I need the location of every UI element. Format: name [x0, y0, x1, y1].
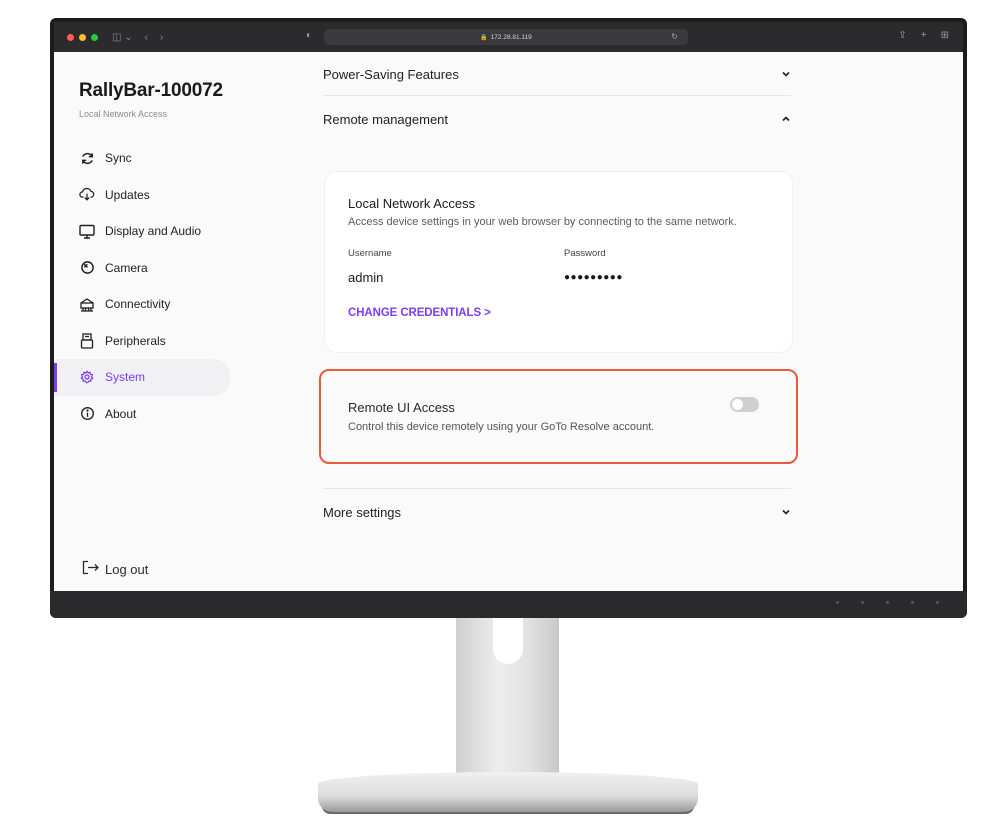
window-controls [67, 33, 98, 41]
password-value: ●●●●●●●●● [564, 272, 623, 283]
close-window-button[interactable] [67, 33, 74, 41]
remote-management-section-header[interactable]: Remote management [323, 97, 791, 141]
new-tab-icon[interactable]: + [921, 30, 927, 41]
logout-icon [82, 560, 100, 578]
local-access-description: Access device settings in your web brows… [348, 216, 737, 228]
tab-overview-icon[interactable]: ⊞ [941, 30, 949, 41]
browser-toolbar-right: ⇪ + ⊞ [898, 30, 949, 41]
network-icon [79, 296, 95, 312]
sync-icon [79, 150, 95, 166]
sidebar-item-label: About [105, 406, 137, 421]
toggle-knob [732, 399, 743, 410]
sidebar-nav: Sync Updates Display and Audio Camera Co… [54, 140, 230, 432]
reload-icon[interactable]: ↻ [671, 32, 678, 41]
sidebar-item-label: Connectivity [105, 297, 171, 312]
remote-management-title: Remote management [323, 111, 449, 127]
more-settings-section-header[interactable]: More settings [323, 490, 791, 534]
remote-ui-description: Control this device remotely using your … [348, 421, 655, 433]
more-settings-title: More settings [323, 504, 402, 520]
lock-icon: 🔒 [480, 34, 488, 41]
share-icon[interactable]: ⇪ [898, 30, 906, 41]
sidebar-item-camera[interactable]: Camera [54, 250, 230, 287]
sidebar-item-label: Updates [105, 187, 150, 202]
gear-icon [79, 369, 95, 385]
privacy-shield-icon[interactable]: ◐ [306, 30, 312, 41]
back-icon[interactable]: ‹ [145, 32, 148, 43]
monitor-icon [79, 223, 95, 239]
address-bar-url: 172.28.81.119 [490, 33, 532, 41]
chevron-down-icon [782, 509, 790, 515]
browser-nav-icons: ◫ ⌄ ‹ › [112, 32, 163, 43]
remote-ui-toggle[interactable] [730, 397, 759, 412]
browser-titlebar: ◫ ⌄ ‹ › ◐ 🔒 172.28.81.119 ↻ ⇪ + ⊞ [54, 22, 963, 52]
sidebar-item-peripherals[interactable]: Peripherals [54, 323, 230, 360]
remote-ui-access-panel: Remote UI Access Control this device rem… [319, 369, 798, 464]
stage: ◫ ⌄ ‹ › ◐ 🔒 172.28.81.119 ↻ ⇪ + ⊞ RallyB… [0, 0, 990, 830]
local-access-title: Local Network Access [348, 196, 476, 211]
monitor-chin [50, 591, 967, 618]
sidebar-item-label: Display and Audio [105, 224, 202, 239]
section-divider [323, 488, 791, 489]
sidebar-item-about[interactable]: About [54, 396, 230, 433]
power-saving-title: Power-Saving Features [323, 66, 459, 82]
change-credentials-link[interactable]: CHANGE CREDENTIALS > [348, 307, 491, 319]
username-label: Username [348, 248, 392, 259]
username-value: admin [348, 270, 384, 285]
sidebar-item-label: Sync [105, 151, 132, 166]
sidebar-item-label: System [105, 370, 146, 385]
app-content: RallyBar-100072 Local Network Access Syn… [54, 52, 963, 591]
peripheral-icon [79, 333, 95, 349]
browser-window: ◫ ⌄ ‹ › ◐ 🔒 172.28.81.119 ↻ ⇪ + ⊞ RallyB… [54, 22, 963, 591]
device-subtitle: Local Network Access [79, 109, 168, 119]
sidebar-item-updates[interactable]: Updates [54, 177, 230, 214]
info-icon [79, 406, 95, 422]
sidebar-item-label: Peripherals [105, 333, 166, 348]
sidebar-item-display-audio[interactable]: Display and Audio [54, 213, 230, 250]
device-name: RallyBar-100072 [79, 80, 223, 101]
chevron-up-icon [782, 116, 790, 122]
minimize-window-button[interactable] [79, 33, 86, 41]
remote-ui-title: Remote UI Access [348, 400, 455, 415]
zoom-window-button[interactable] [91, 33, 98, 41]
camera-icon [79, 260, 95, 276]
chevron-down-icon [782, 71, 790, 77]
forward-icon[interactable]: › [160, 32, 163, 43]
sidebar-item-label: Camera [105, 260, 148, 275]
logout-button[interactable]: Log out [82, 560, 148, 578]
section-divider [323, 95, 791, 96]
sidebar-item-system[interactable]: System [54, 359, 230, 396]
local-network-access-card: Local Network Access Access device setti… [325, 172, 792, 352]
power-saving-section-header[interactable]: Power-Saving Features [323, 52, 791, 96]
cloud-download-icon [79, 187, 95, 203]
address-bar[interactable]: 🔒 172.28.81.119 ↻ [324, 29, 688, 45]
password-label: Password [564, 248, 606, 259]
sidebar-item-sync[interactable]: Sync [54, 140, 230, 177]
monitor-stand-cutout [493, 617, 523, 664]
monitor-stand-base [318, 772, 698, 812]
monitor-buttons [836, 601, 939, 604]
sidebar-item-connectivity[interactable]: Connectivity [54, 286, 230, 323]
logout-label: Log out [105, 561, 149, 577]
sidebar-toggle-icon[interactable]: ◫ ⌄ [112, 32, 133, 43]
